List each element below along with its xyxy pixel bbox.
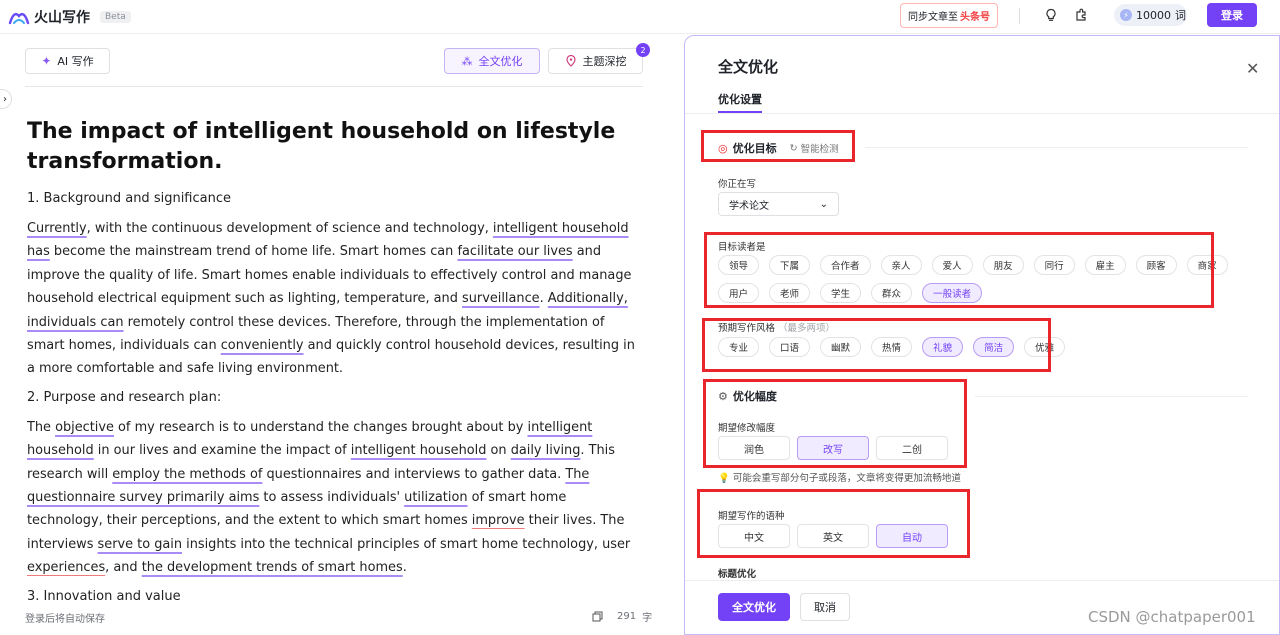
flagged-phrase[interactable]: conveniently: [221, 338, 304, 353]
annotation-box: [704, 232, 1214, 308]
text-run: .: [402, 560, 407, 576]
cancel-button[interactable]: 取消: [800, 593, 850, 621]
writing-type-label: 你正在写: [718, 179, 757, 190]
credits-unit: 词: [1175, 9, 1186, 22]
flagged-phrase[interactable]: improve: [472, 513, 525, 528]
confirm-optimize-button[interactable]: 全文优化: [718, 593, 790, 621]
document[interactable]: The impact of intelligent household on l…: [27, 117, 642, 617]
text-run: .: [539, 291, 548, 307]
sparkle-icon: ✦: [41, 54, 52, 68]
text-run: , with the continuous development of sci…: [86, 221, 493, 236]
text-run: become the mainstream trend of home life…: [49, 244, 458, 260]
sidebar-toggle-chevron-icon[interactable]: ›: [0, 89, 12, 109]
panel-title: 全文优化: [718, 58, 779, 76]
autosave-hint: 登录后将自动保存: [25, 614, 105, 625]
range-hint: 💡 可能会重写部分句子或段落，文章将变得更加流畅地道: [718, 470, 961, 484]
writing-type-select[interactable]: 学术论文 ⌄: [718, 192, 839, 216]
title-optimize-label: 标题优化: [718, 569, 757, 580]
lightbulb-icon[interactable]: [1043, 7, 1059, 23]
flagged-phrase[interactable]: utilization: [404, 490, 467, 505]
text-run: questionnaires and interviews to gather …: [262, 466, 566, 482]
watermark: CSDN @chatpaper001: [1088, 608, 1256, 626]
divider: [685, 580, 1279, 581]
magic-wand-icon: ⁂: [461, 54, 473, 68]
annotation-box: [703, 379, 967, 468]
copy-icon[interactable]: [592, 611, 603, 622]
app-name: 火山写作: [34, 10, 90, 26]
flagged-phrase[interactable]: objective: [55, 420, 114, 435]
flagged-phrase[interactable]: serve to gain: [98, 537, 182, 552]
ai-write-button[interactable]: ✦ AI 写作: [25, 48, 110, 74]
range-hint-text: 可能会重写部分句子或段落，文章将变得更加流畅地道: [732, 473, 961, 484]
tab-optimize-settings[interactable]: 优化设置: [718, 91, 762, 107]
text-run: , and: [105, 560, 142, 576]
text-run: of my research is to understand the chan…: [113, 419, 528, 435]
editor-area: › ✦ AI 写作 ⁂ 全文优化 主题深挖 2 The impact of in…: [0, 35, 683, 635]
plugin-icon[interactable]: [1073, 7, 1089, 23]
section-heading-3[interactable]: 3. Innovation and value: [27, 587, 642, 607]
word-count: 291 字: [592, 609, 652, 624]
map-pin-icon: [565, 55, 576, 67]
credits-value: 10000: [1136, 8, 1171, 22]
full-optimize-label: 全文优化: [478, 55, 523, 68]
app-logo[interactable]: 火山写作 Beta: [8, 7, 131, 27]
paragraph-1[interactable]: Currently, with the continuous developme…: [27, 217, 642, 381]
sync-brand: 头条号: [960, 12, 990, 23]
bolt-icon: ⚡: [1120, 9, 1132, 21]
flagged-phrase[interactable]: employ the methods of: [112, 467, 262, 482]
annotation-box: [701, 130, 855, 162]
ai-write-label: AI 写作: [57, 55, 94, 68]
text-run: insights into the technical principles o…: [182, 536, 631, 552]
full-optimize-button[interactable]: ⁂ 全文优化: [444, 48, 540, 74]
annotation-box: [702, 318, 1051, 372]
text-run: The: [27, 419, 56, 435]
sync-label: 同步文章至: [908, 12, 958, 23]
word-count-value: 291: [617, 611, 637, 622]
flagged-phrase[interactable]: intelligent household: [351, 443, 487, 458]
topic-deep-button[interactable]: 主题深挖: [548, 48, 643, 74]
credits-balance[interactable]: ⚡ 10000 词: [1114, 4, 1187, 26]
login-button[interactable]: 登录: [1207, 3, 1257, 27]
flagged-phrase[interactable]: facilitate our lives: [457, 244, 572, 259]
writing-type-value: 学术论文: [729, 200, 769, 212]
sync-article-button[interactable]: 同步文章至 头条号: [900, 3, 998, 28]
chevron-down-icon: ⌄: [819, 198, 828, 210]
section-heading-2[interactable]: 2. Purpose and research plan:: [27, 388, 642, 408]
paragraph-2[interactable]: The objective of my research is to under…: [27, 416, 642, 580]
close-icon[interactable]: ✕: [1246, 59, 1259, 78]
lightbulb-hint-icon: 💡: [718, 473, 730, 484]
section-heading-1[interactable]: 1. Background and significance: [27, 189, 642, 209]
divider: [1019, 8, 1020, 24]
divider: [865, 147, 1248, 148]
annotation-box: [697, 489, 970, 558]
flagged-phrase[interactable]: Currently: [27, 221, 87, 236]
flagged-phrase[interactable]: the development trends of smart homes: [142, 560, 403, 575]
flagged-phrase[interactable]: surveillance: [462, 291, 540, 306]
topic-deep-label: 主题深挖: [582, 55, 627, 68]
text-run: to assess individuals': [259, 490, 405, 506]
word-count-unit: 字: [642, 613, 653, 624]
flagged-phrase[interactable]: experiences: [27, 560, 105, 575]
text-run: on: [486, 443, 511, 459]
flagged-phrase[interactable]: daily living: [511, 443, 581, 458]
document-title[interactable]: The impact of intelligent household on l…: [27, 117, 642, 177]
text-run: in our lives and examine the impact of: [93, 443, 351, 459]
divider: [25, 86, 643, 87]
divider: [975, 396, 1248, 397]
beta-badge: Beta: [100, 11, 131, 23]
top-bar: 火山写作 Beta 同步文章至 头条号 ⚡ 10000 词 登录: [0, 0, 1280, 34]
topic-count-badge: 2: [636, 43, 650, 57]
logo-icon: [8, 12, 30, 25]
